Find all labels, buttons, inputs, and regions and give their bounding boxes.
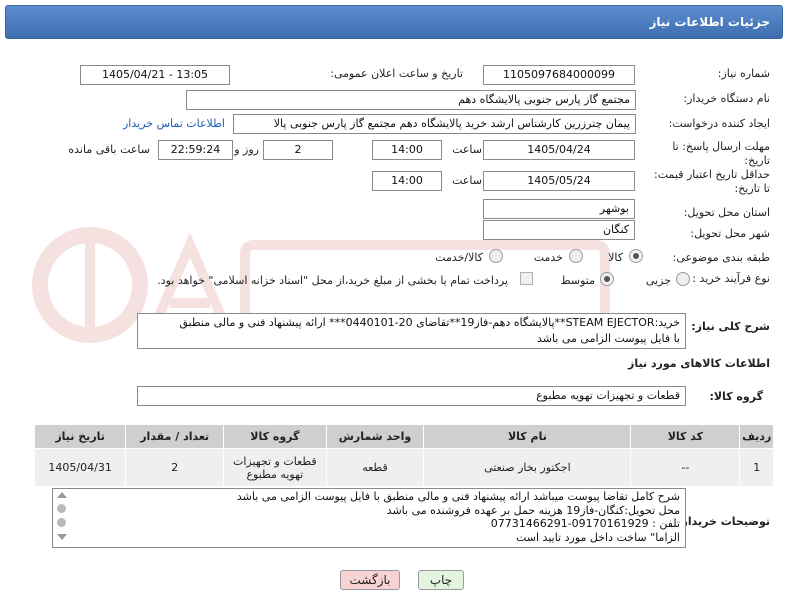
province-label: استان محل تحویل: — [683, 206, 770, 219]
deadline-hour-label: ساعت — [452, 143, 482, 156]
cell-quantity: 2 — [125, 448, 225, 487]
price-validity-label: حداقل تاریخ اعتبار قیمت: — [654, 168, 770, 181]
category-goods-radio[interactable] — [629, 249, 643, 263]
process-medium-radio[interactable] — [600, 272, 614, 286]
buyer-notes-label: توضیحات خریدار: — [677, 515, 770, 528]
buyer-note-line: تلفن : 09170161929-07731466291 — [490, 517, 680, 530]
description-line-1: خرید:STEAM EJECTOR**پالایشگاه دهم-فاز19*… — [179, 316, 680, 329]
city-label: شهر محل تحویل: — [690, 227, 770, 240]
need-number-label: شماره نیاز: — [717, 67, 770, 80]
items-table-header: ردیف کد کالا نام کالا واحد شمارش گروه کا… — [33, 424, 774, 449]
cell-group: قطعات و تجهیزات تهویه مطبوع — [223, 448, 327, 487]
col-group: گروه کالا — [223, 424, 327, 449]
creator-label: ایجاد کننده درخواست: — [668, 117, 770, 130]
announce-label: تاریخ و ساعت اعلان عمومی: — [330, 67, 463, 80]
print-button[interactable]: چاپ — [418, 570, 464, 590]
goods-group-field: قطعات و تجهیزات تهویه مطبوع — [137, 386, 686, 406]
cell-need-date: 1405/04/31 — [33, 448, 127, 487]
col-quantity: تعداد / مقدار — [125, 424, 225, 449]
need-number-field: 1105097684000099 — [483, 65, 635, 85]
items-table: ردیف کد کالا نام کالا واحد شمارش گروه کا… — [33, 424, 774, 487]
category-goods-service-label: کالا/خدمت — [435, 251, 483, 264]
scroll-thumb[interactable] — [57, 504, 66, 513]
treasury-checkbox[interactable] — [520, 272, 533, 285]
deadline-time-field: 14:00 — [372, 140, 442, 160]
col-unit: واحد شمارش — [325, 424, 425, 449]
scroll-down-icon[interactable] — [57, 534, 67, 540]
remaining-label: ساعت باقی مانده — [68, 143, 150, 156]
cell-code: -- — [630, 448, 741, 487]
process-type-label: نوع فرآیند خرید : — [692, 272, 770, 285]
category-goods-service-radio[interactable] — [489, 249, 503, 263]
buyer-note-line: محل تحویل:کنگان-فاز19 هزینه حمل بر عهده … — [386, 503, 680, 517]
page-header: جزئیات اطلاعات نیاز — [5, 5, 783, 39]
buyer-note-line: شرح کامل تقاضا پیوست میباشد ارائه پیشنها… — [236, 490, 680, 503]
days-label: روز و — [234, 143, 259, 156]
page-title: جزئیات اطلاعات نیاز — [649, 15, 770, 29]
buyer-note-line: الزاما" ساخت داخل مورد تایید است — [515, 530, 680, 544]
treasury-note: پرداخت تمام یا بخشی از مبلغ خرید،از محل … — [157, 274, 508, 287]
buyer-org-label: نام دستگاه خریدار: — [683, 92, 770, 105]
col-code: کد کالا — [630, 424, 741, 449]
general-description-label: شرح کلی نیاز: — [691, 320, 770, 333]
goods-section-title: اطلاعات کالاهای مورد نیاز — [628, 357, 770, 370]
category-label: طبقه بندی موضوعی: — [672, 251, 770, 264]
price-time-field: 14:00 — [372, 171, 442, 191]
time-remaining-field: 22:59:24 — [158, 140, 233, 160]
description-line-2: با فایل پیوست الزامی می باشد — [536, 332, 680, 345]
category-service-label: خدمت — [533, 251, 563, 264]
price-hour-label: ساعت — [452, 174, 482, 187]
scroll-up-icon[interactable] — [57, 492, 67, 498]
creator-field: پیمان چترزرین کارشناس ارشد خرید پالایشگا… — [233, 114, 636, 134]
back-button[interactable]: بازگشت — [340, 570, 400, 590]
general-description-field: خرید:STEAM EJECTOR**پالایشگاه دهم-فاز19*… — [137, 313, 686, 349]
cell-name: اجکتور بخار صنعتی — [423, 448, 632, 487]
deadline-label-2: تاریخ: — [744, 154, 770, 167]
buyer-notes-field[interactable]: شرح کامل تقاضا پیوست میباشد ارائه پیشنها… — [52, 488, 686, 548]
col-name: نام کالا — [423, 424, 632, 449]
process-minor-radio[interactable] — [676, 272, 690, 286]
col-need-date: تاریخ نیاز — [33, 424, 127, 449]
buyer-notes-scrollbar[interactable] — [56, 490, 68, 546]
goods-group-label: گروه کالا: — [709, 390, 763, 403]
col-row: ردیف — [739, 424, 774, 449]
deadline-label: مهلت ارسال پاسخ: تا — [672, 140, 770, 153]
announce-field: 1405/04/21 - 13:05 — [80, 65, 230, 85]
province-field: بوشهر — [483, 199, 635, 219]
deadline-date-field: 1405/04/24 — [483, 140, 635, 160]
category-service-radio[interactable] — [569, 249, 583, 263]
cell-unit: قطعه — [325, 448, 425, 487]
process-minor-label: جزیی — [645, 274, 671, 287]
table-row: 1 -- اجکتور بخار صنعتی قطعه قطعات و تجهی… — [33, 448, 774, 487]
days-remaining-field: 2 — [263, 140, 333, 160]
city-field: کنگان — [483, 220, 635, 240]
category-goods-label: کالا — [608, 251, 623, 264]
buyer-org-field: مجتمع گاز پارس جنوبی پالایشگاه دهم — [186, 90, 636, 110]
price-date-field: 1405/05/24 — [483, 171, 635, 191]
cell-row: 1 — [739, 448, 774, 487]
price-validity-label-2: تا تاریخ: — [734, 182, 770, 195]
process-medium-label: متوسط — [560, 274, 595, 287]
buyer-contact-link[interactable]: اطلاعات تماس خریدار — [123, 117, 225, 130]
scroll-thumb[interactable] — [57, 518, 66, 527]
